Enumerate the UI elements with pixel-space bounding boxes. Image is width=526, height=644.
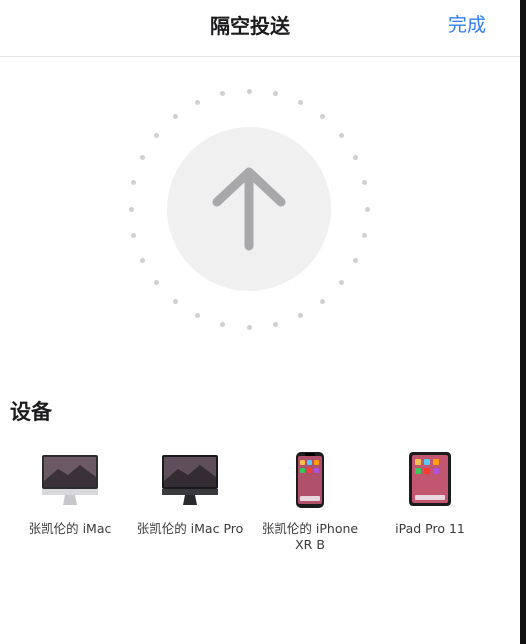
iphone-icon xyxy=(296,452,324,508)
ring-dot xyxy=(352,257,358,263)
ring-dot xyxy=(272,321,278,327)
device-iphone[interactable]: 张凯伦的 iPhone XR B xyxy=(254,445,366,553)
ring-dot xyxy=(172,114,178,120)
ring-dot xyxy=(297,312,303,318)
upload-arrow-icon xyxy=(212,167,286,251)
ipad-icon xyxy=(409,452,451,506)
airdrop-target[interactable] xyxy=(124,84,374,334)
ring-dot xyxy=(195,100,201,106)
ring-dot xyxy=(352,155,358,161)
ring-dot xyxy=(361,180,367,186)
ring-dot xyxy=(128,206,134,212)
ring-dot xyxy=(320,298,326,304)
ring-dot xyxy=(246,324,252,330)
navigation-bar: 隔空投送 完成 xyxy=(0,0,520,57)
device-label: iPad Pro 11 xyxy=(395,521,465,536)
ring-dot xyxy=(338,132,344,138)
ring-dot xyxy=(172,298,178,304)
ring-dot xyxy=(154,280,160,286)
ring-dot xyxy=(154,132,160,138)
ring-dot xyxy=(338,280,344,286)
device-label: 张凯伦的 iPhone XR B xyxy=(261,521,359,552)
ring-dot xyxy=(361,232,367,238)
ring-dot xyxy=(131,232,137,238)
ring-dot xyxy=(297,100,303,106)
ring-dot xyxy=(131,180,137,186)
device-imac-pro[interactable]: 张凯伦的 iMac Pro xyxy=(128,445,252,537)
devices-section-title: 设备 xyxy=(10,400,52,424)
ring-dot xyxy=(320,114,326,120)
ring-dot xyxy=(246,88,252,94)
device-label: 张凯伦的 iMac Pro xyxy=(136,521,244,536)
imac-icon xyxy=(42,455,98,505)
ring-dot xyxy=(220,91,226,97)
ring-dot xyxy=(140,257,146,263)
device-label: 张凯伦的 iMac xyxy=(28,521,112,536)
done-button[interactable]: 完成 xyxy=(448,10,486,37)
device-ipad[interactable]: iPad Pro 11 xyxy=(380,445,480,537)
window-edge xyxy=(520,0,526,644)
page-title: 隔空投送 xyxy=(210,14,290,38)
device-imac[interactable]: 张凯伦的 iMac xyxy=(20,445,120,537)
ring-dot xyxy=(140,155,146,161)
ring-dot xyxy=(272,91,278,97)
imac-pro-icon xyxy=(162,455,218,505)
ring-dot xyxy=(220,321,226,327)
ring-dot xyxy=(195,312,201,318)
ring-dot xyxy=(364,206,370,212)
